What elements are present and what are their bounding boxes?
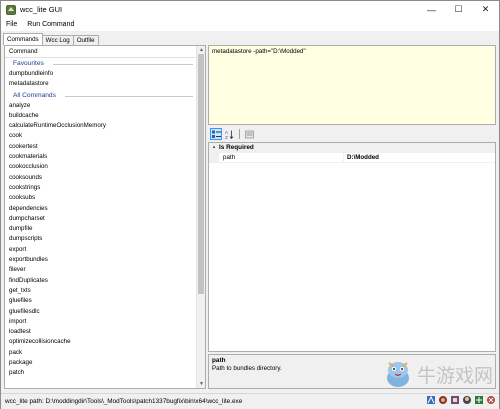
- title-bar: wcc_lite GUI — ☐ ✕: [1, 1, 499, 18]
- property-description: path Path to bundles directory.: [208, 354, 496, 389]
- tab-commands[interactable]: Commands: [3, 33, 43, 45]
- tab-wcc-log[interactable]: Wcc Log: [41, 35, 74, 45]
- alphabetical-button[interactable]: A Z: [223, 128, 235, 140]
- window-title: wcc_lite GUI: [20, 5, 63, 14]
- favourites-label-text: Favourites: [13, 60, 44, 67]
- command-item[interactable]: dependencies: [5, 204, 197, 214]
- svg-text:Z: Z: [225, 134, 228, 138]
- command-item[interactable]: import: [5, 317, 197, 327]
- description-title: path: [212, 357, 226, 364]
- maximize-button[interactable]: ☐: [445, 1, 472, 18]
- menu-bar: File Run Command: [1, 18, 499, 32]
- mod-icon-1: [427, 395, 435, 404]
- command-item[interactable]: cookstrings: [5, 183, 197, 193]
- group-divider: [65, 95, 193, 97]
- command-item[interactable]: dumpbundleinfo: [5, 69, 197, 79]
- command-item[interactable]: gluefilesdlc: [5, 307, 197, 317]
- command-item[interactable]: cookertest: [5, 142, 197, 152]
- command-textbox[interactable]: metadatastore -path="D:\Modded": [208, 45, 496, 125]
- row-gutter: [209, 153, 219, 162]
- property-name: path: [219, 153, 344, 162]
- property-pages-button[interactable]: [243, 128, 255, 140]
- property-value[interactable]: D:\Modded: [344, 153, 379, 162]
- command-item[interactable]: cook: [5, 131, 197, 141]
- collapse-icon[interactable]: ▪: [209, 143, 219, 153]
- command-item[interactable]: package: [5, 358, 197, 368]
- property-grid: ▪ Is Required path D:\Modded: [208, 142, 496, 352]
- command-item[interactable]: analyze: [5, 101, 197, 111]
- command-item[interactable]: dumpcharset: [5, 214, 197, 224]
- description-text: Path to bundles directory.: [212, 365, 282, 372]
- command-item[interactable]: cooksubs: [5, 193, 197, 203]
- command-item[interactable]: calculateRuntimeOcclusionMemory: [5, 121, 197, 131]
- command-item[interactable]: gluefiles: [5, 296, 197, 306]
- command-item[interactable]: optimizecollisioncache: [5, 337, 197, 347]
- mod-icon-5: [475, 396, 483, 404]
- close-button[interactable]: ✕: [472, 1, 499, 18]
- property-pages-icon: [244, 130, 254, 138]
- command-column-header[interactable]: Command: [5, 46, 197, 58]
- all-commands-label-text: All Commands: [13, 91, 56, 99]
- command-item[interactable]: buildcache: [5, 111, 197, 121]
- mod-icon-4: [463, 396, 471, 404]
- command-item[interactable]: exportbundles: [5, 255, 197, 265]
- commands-list[interactable]: Command Favourites dumpbundleinfo metadat…: [5, 46, 197, 388]
- categorized-button[interactable]: [210, 128, 222, 140]
- categorized-icon: [211, 130, 221, 138]
- command-item[interactable]: findDuplicates: [5, 276, 197, 286]
- commands-scrollbar[interactable]: ▲ ▼: [196, 46, 205, 388]
- app-window: wcc_lite GUI — ☐ ✕ File Run Command Comm…: [0, 0, 500, 409]
- property-grid-toolbar: A Z: [208, 127, 496, 141]
- mod-icon-3: [451, 396, 459, 404]
- command-item[interactable]: dumpfile: [5, 224, 197, 234]
- alphabetical-icon: A Z: [225, 130, 233, 139]
- command-item[interactable]: dumpscripts: [5, 234, 197, 244]
- group-divider: [53, 64, 193, 65]
- command-item[interactable]: patch: [5, 368, 197, 378]
- commands-panel: Command Favourites dumpbundleinfo metadat…: [4, 45, 206, 389]
- command-item[interactable]: pack: [5, 348, 197, 358]
- category-row[interactable]: ▪ Is Required: [209, 143, 495, 153]
- all-commands-group-label: All Commands: [5, 90, 197, 101]
- command-item[interactable]: filever: [5, 265, 197, 275]
- tab-outfile[interactable]: Outfile: [72, 35, 99, 45]
- command-item[interactable]: metadatastore: [5, 79, 197, 89]
- mod-icon-6: [487, 396, 495, 404]
- command-item[interactable]: loadtest: [5, 327, 197, 337]
- menu-run-command[interactable]: Run Command: [22, 21, 79, 28]
- window-controls: — ☐ ✕: [418, 1, 499, 18]
- favourites-group-label: Favourites: [5, 58, 197, 69]
- mod-icon-2: [439, 396, 447, 404]
- menu-file[interactable]: File: [1, 21, 22, 28]
- minimize-button[interactable]: —: [418, 1, 445, 18]
- command-item[interactable]: cookocclusion: [5, 162, 197, 172]
- command-item[interactable]: cooksounds: [5, 173, 197, 183]
- status-icons: [424, 395, 496, 405]
- property-row[interactable]: path D:\Modded: [209, 153, 495, 163]
- status-text: wcc_lite path: D:\moddingdir\Tools\_ModT…: [5, 398, 243, 405]
- scroll-up-icon[interactable]: ▲: [197, 46, 205, 54]
- command-item[interactable]: cookmaterials: [5, 152, 197, 162]
- app-icon: [6, 4, 16, 15]
- command-item[interactable]: get_txts: [5, 286, 197, 296]
- category-label: Is Required: [219, 144, 254, 151]
- tab-strip: Commands Wcc Log Outfile: [3, 33, 99, 45]
- toolbar-separator: [239, 129, 240, 139]
- scrollbar-thumb[interactable]: [198, 54, 204, 294]
- scroll-down-icon[interactable]: ▼: [197, 380, 205, 388]
- command-item[interactable]: export: [5, 245, 197, 255]
